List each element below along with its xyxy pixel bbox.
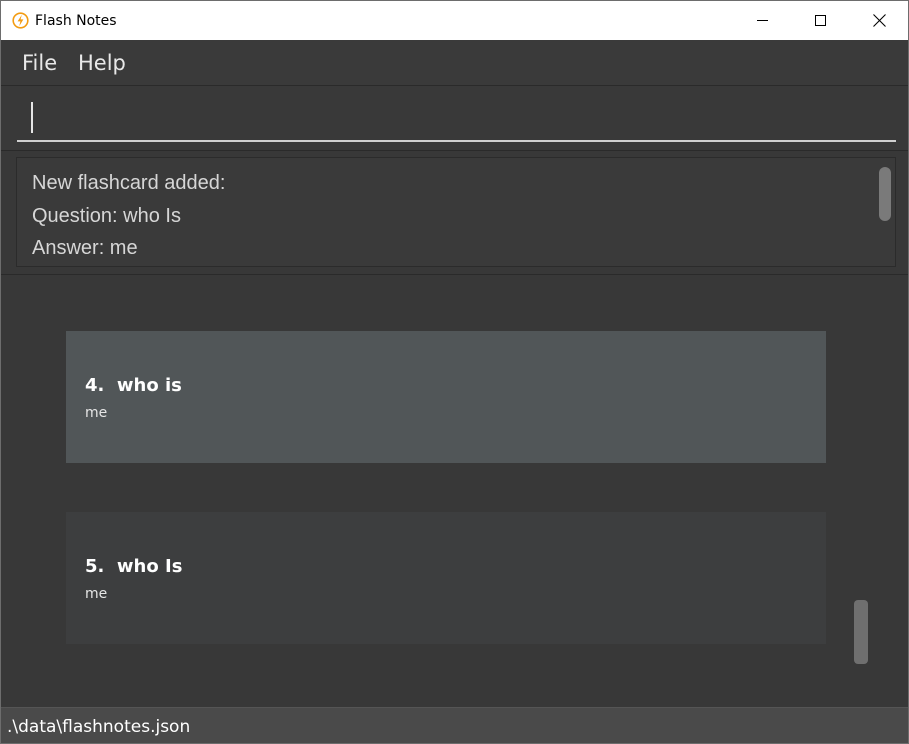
flash-icon — [12, 12, 29, 29]
menu-help[interactable]: Help — [78, 51, 126, 75]
file-path-status: .\data\flashnotes.json — [7, 717, 191, 737]
result-scrollbar-thumb[interactable] — [879, 167, 891, 221]
result-line: Question: who Is — [32, 205, 181, 227]
flashcard-question: 4. who is — [85, 375, 182, 397]
close-icon — [872, 14, 886, 27]
command-input[interactable] — [17, 96, 896, 142]
flashcard-index: 4. — [85, 375, 105, 396]
status-bar: .\data\flashnotes.json — [1, 707, 908, 743]
flashcard-list: 4. who is me 5. who Is me — [1, 275, 908, 707]
flashcard-question: 5. who Is — [85, 556, 182, 578]
maximize-icon — [815, 14, 827, 27]
flashcard-question-text: who is — [116, 375, 182, 396]
flashcard-answer: me — [85, 586, 108, 602]
result-line: New flashcard added: — [32, 172, 226, 194]
maximize-button[interactable] — [792, 1, 850, 40]
result-line: Answer: me — [32, 237, 138, 259]
close-button[interactable] — [850, 1, 908, 40]
window-title: Flash Notes — [35, 13, 117, 29]
text-caret — [31, 102, 33, 133]
minimize-icon — [757, 19, 769, 22]
minimize-button[interactable] — [734, 1, 792, 40]
list-scrollbar-thumb[interactable] — [854, 600, 868, 664]
result-display: New flashcard added: Question: who Is An… — [1, 151, 908, 275]
result-text-area[interactable]: New flashcard added: Question: who Is An… — [16, 157, 896, 267]
flashcard-item-selected[interactable]: 4. who is me — [66, 331, 826, 463]
menu-bar: File Help — [1, 40, 908, 86]
app-window: Flash Notes File Help New flashcard adde… — [0, 0, 909, 744]
flashcard-question-text: who Is — [116, 556, 183, 577]
flashcard-answer: me — [85, 405, 108, 421]
menu-file[interactable]: File — [22, 51, 57, 75]
title-bar[interactable]: Flash Notes — [1, 1, 908, 41]
flashcard-item[interactable]: 5. who Is me — [66, 512, 826, 644]
command-box — [1, 86, 908, 151]
flashcard-index: 5. — [85, 556, 105, 577]
